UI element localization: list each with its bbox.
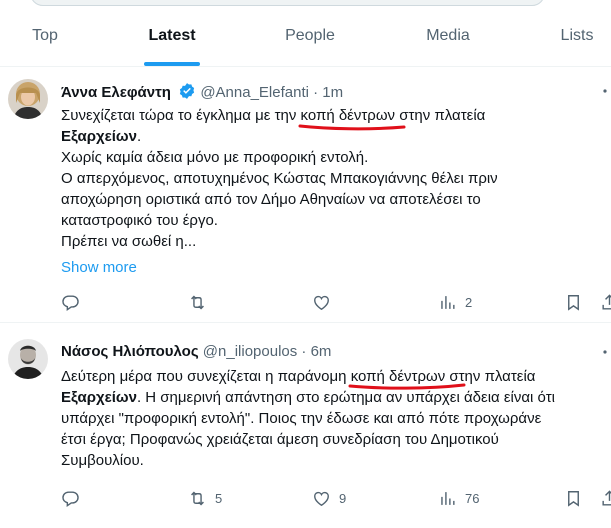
- repost-icon: [191, 295, 204, 309]
- like-button[interactable]: 9: [312, 486, 346, 510]
- more-options-icon[interactable]: [593, 83, 609, 99]
- tweet-text-line: έτσι έργα; Προφανώς χρειάζεται άμεση συν…: [61, 431, 499, 448]
- views-button[interactable]: 2: [438, 290, 472, 314]
- tweet[interactable]: Άννα Ελεφάντη @Anna_Elefanti · 1m Συνεχί…: [0, 67, 611, 323]
- tweet-text-line: Δεύτερη μέρα που συνεχίζεται η παράνομη: [61, 368, 351, 385]
- repost-button[interactable]: 5: [188, 486, 222, 510]
- heart-icon: [314, 295, 329, 310]
- bold-text: Εξαρχείων: [61, 389, 137, 406]
- timestamp[interactable]: 1m: [322, 84, 343, 101]
- bookmark-icon: [568, 490, 579, 507]
- underlined-phrase: κοπή δέντρων: [348, 368, 466, 390]
- tweet-header: Νάσος Ηλιόπουλος @n_iliopoulos · 6m: [61, 343, 331, 360]
- tweet-text-line: Ο απερχόμενος, αποτυχημένος Κώστας Μπακο…: [61, 170, 498, 187]
- bookmark-icon: [568, 294, 579, 311]
- view-count: 2: [465, 294, 473, 310]
- reply-button[interactable]: [61, 290, 88, 314]
- search-tabs: Top Latest People Media Lists: [0, 10, 611, 67]
- author-name[interactable]: Νάσος Ηλιόπουλος: [61, 343, 199, 360]
- red-underline-mark: [348, 383, 466, 390]
- separator-dot: ·: [301, 343, 307, 360]
- author-handle[interactable]: @Anna_Elefanti: [200, 84, 309, 101]
- tweet-text-line: Συμβουλίου.: [61, 452, 144, 469]
- separator-dot: ·: [313, 84, 319, 101]
- repost-icon: [191, 491, 204, 505]
- underlined-phrase: κοπή δέντρων: [298, 107, 406, 131]
- tweet-text-line: στην πλατεία: [395, 107, 486, 124]
- tweet-text-line: Χωρίς καμία άδεια μόνο με προφορική εντο…: [61, 149, 369, 166]
- search-bar-remnant: [0, 0, 611, 10]
- like-button[interactable]: [312, 290, 339, 314]
- repost-button[interactable]: [188, 290, 215, 314]
- author-name[interactable]: Άννα Ελεφάντη: [61, 84, 171, 101]
- tab-latest[interactable]: Latest: [126, 10, 218, 66]
- bookmark-button[interactable]: [564, 290, 583, 314]
- avatar-photo: [8, 79, 48, 119]
- bold-text: Εξαρχείων: [61, 128, 137, 145]
- share-icon: [602, 489, 611, 506]
- reply-button[interactable]: [61, 486, 88, 510]
- tweet[interactable]: Νάσος Ηλιόπουλος @n_iliopoulos · 6m Δεύτ…: [0, 324, 611, 528]
- tweet-text-line: αποχώρηση οριστικά από τον Δήμο Αθηναίων…: [61, 191, 481, 208]
- show-more-link[interactable]: Show more: [61, 259, 137, 276]
- avatar[interactable]: [8, 339, 48, 379]
- bookmark-button[interactable]: [564, 486, 583, 510]
- tweet-header: Άννα Ελεφάντη @Anna_Elefanti · 1m: [61, 82, 343, 104]
- tab-lists[interactable]: Lists: [542, 10, 611, 66]
- tweet-text-line: καταστροφικό του έργο.: [61, 212, 218, 229]
- repost-count: 5: [215, 490, 223, 506]
- avatar[interactable]: [8, 79, 48, 119]
- timestamp[interactable]: 6m: [311, 343, 332, 360]
- views-chart-icon: [441, 491, 455, 505]
- red-underline-mark: [298, 124, 406, 131]
- tab-latest-label: Latest: [148, 27, 196, 44]
- author-handle[interactable]: @n_iliopoulos: [203, 343, 297, 360]
- share-button[interactable]: [600, 290, 611, 314]
- reply-icon: [62, 490, 79, 507]
- tweet-text: Συνεχίζεται τώρα το έγκλημα με την κοπή …: [61, 105, 606, 252]
- tweet-actions: 2: [52, 290, 611, 314]
- tweet-text: Δεύτερη μέρα που συνεχίζεται η παράνομη …: [61, 366, 606, 471]
- views-chart-icon: [441, 295, 455, 309]
- views-button[interactable]: 76: [438, 486, 479, 510]
- tab-top[interactable]: Top: [14, 10, 76, 66]
- more-options-icon[interactable]: [593, 344, 609, 360]
- tweet-text-line: Συνεχίζεται τώρα το έγκλημα με την: [61, 107, 301, 124]
- heart-icon: [314, 491, 329, 506]
- view-count: 76: [465, 490, 480, 506]
- verified-badge-icon: [178, 82, 196, 104]
- tweet-actions: 5 9 76: [52, 486, 611, 510]
- tweet-text-line: Πρέπει να σωθεί η...: [61, 233, 197, 250]
- tweet-text-line: .: [136, 128, 142, 145]
- share-button[interactable]: [600, 486, 611, 510]
- active-tab-indicator: [144, 62, 200, 66]
- share-icon: [602, 293, 611, 310]
- tweet-text-line: . Η σημερινή απάντηση στο ερώτημα αν υπά…: [136, 389, 555, 406]
- reply-icon: [62, 294, 79, 311]
- tab-media[interactable]: Media: [408, 10, 488, 66]
- tweet-text-line: υπάρχει "προφορική εντολή". Ποιος την έδ…: [61, 410, 542, 427]
- tab-people[interactable]: People: [262, 10, 358, 66]
- avatar-photo: [8, 339, 48, 379]
- like-count: 9: [339, 490, 347, 506]
